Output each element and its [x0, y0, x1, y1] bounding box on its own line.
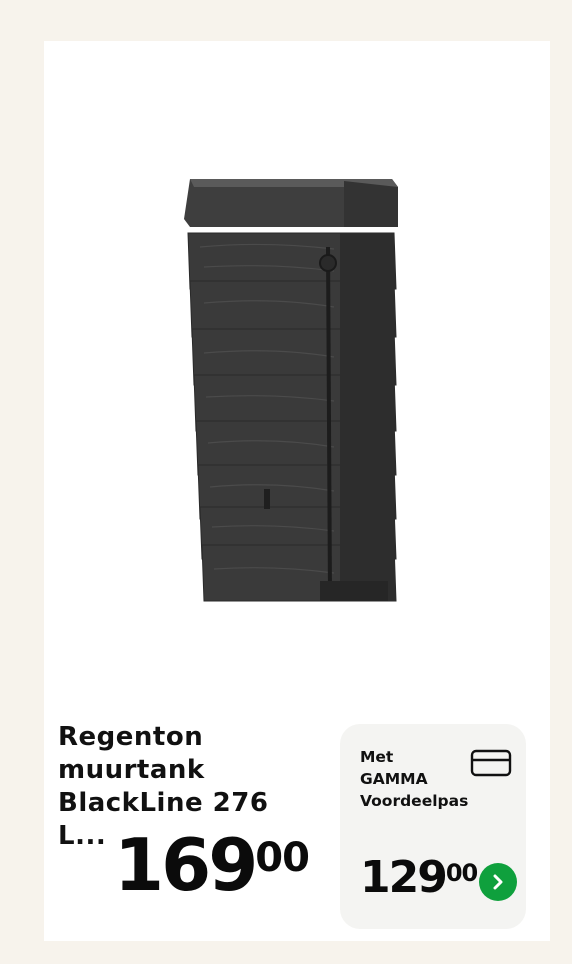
credit-card-icon [470, 749, 512, 777]
product-card[interactable]: Regenton muurtank BlackLine 276 L... 169… [44, 41, 550, 941]
price-integer: 169 [114, 823, 258, 907]
price-decimal: 00 [255, 835, 310, 881]
regular-price: 16900 [114, 829, 310, 901]
rain-tank-illustration [184, 179, 398, 602]
chevron-right-icon [493, 874, 503, 890]
product-image[interactable] [44, 41, 550, 681]
loyalty-price-integer: 129 [360, 852, 448, 903]
loyalty-price-panel[interactable]: Met GAMMA Voordeelpas 12900 [340, 724, 526, 929]
loyalty-price: 12900 [360, 856, 478, 900]
next-button[interactable] [479, 863, 517, 901]
loyalty-label: Met GAMMA Voordeelpas [360, 748, 469, 810]
loyalty-price-decimal: 00 [445, 859, 478, 887]
